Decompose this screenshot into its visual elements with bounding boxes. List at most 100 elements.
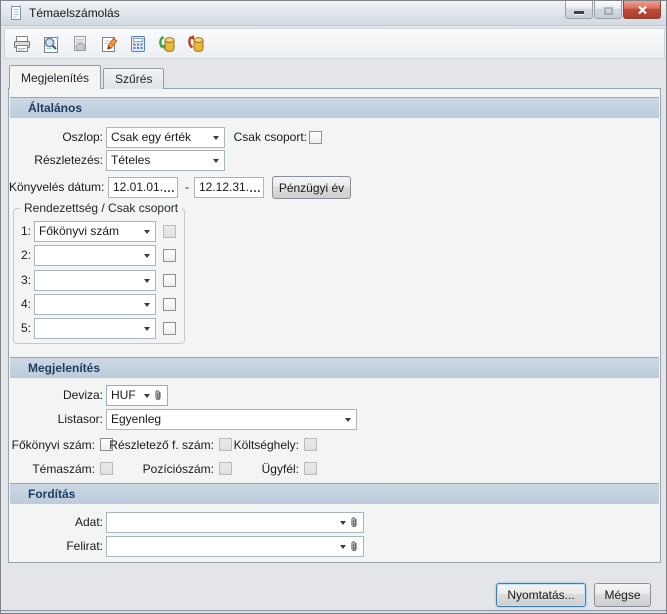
paperclip-icon[interactable] <box>350 540 358 553</box>
konyveles-datum-label: Könyvelés dátum: <box>9 180 105 194</box>
order-row-3-combobox[interactable] <box>34 270 156 291</box>
order-row-5-label: 5: <box>21 321 32 335</box>
tab-szures[interactable]: Szűrés <box>103 68 165 89</box>
reszletezes-combobox[interactable]: Tételes <box>106 150 225 171</box>
window-bottom-edge <box>1 610 666 613</box>
tab-bar: Megjelenítés Szűrés <box>9 65 166 89</box>
chevron-down-icon <box>144 326 150 331</box>
listasor-label: Listasor: <box>57 412 103 426</box>
temaszam-label: Témaszám: <box>32 462 95 476</box>
close-button[interactable] <box>623 1 661 19</box>
datum-tol-value: 12.01.01. <box>113 180 164 194</box>
database-import-button[interactable] <box>154 31 179 56</box>
calculator-table-button[interactable] <box>125 31 150 56</box>
date-picker-icon[interactable]: … <box>249 182 262 194</box>
csak-csoport-checkbox[interactable] <box>309 131 322 144</box>
chevron-down-icon <box>144 302 150 307</box>
deviza-value: HUF <box>111 388 136 402</box>
section-title: Fordítás <box>28 487 76 501</box>
adat-label: Adat: <box>74 515 103 529</box>
page-copy-button[interactable] <box>67 31 92 56</box>
titlebar: Témaelszámolás <box>1 1 666 26</box>
app-icon <box>8 5 24 21</box>
tab-megjelenites[interactable]: Megjelenítés <box>9 65 102 89</box>
order-row-1-value: Főkönyvi szám <box>39 224 120 238</box>
order-row-2-label: 2: <box>21 248 32 262</box>
tab-page: Általános Oszlop: Csak egy érték Csak cs… <box>8 88 661 563</box>
oszlop-combobox[interactable]: Csak egy érték <box>106 127 225 148</box>
order-row-2-combobox[interactable] <box>34 245 156 266</box>
edit-document-icon <box>101 36 118 52</box>
datum-tol-field[interactable]: 12.01.01. … <box>108 177 178 198</box>
csak-csoport-label: Csak csoport: <box>233 130 307 144</box>
datum-ig-field[interactable]: 12.12.31. … <box>194 177 264 198</box>
tab-megjelenites-label: Megjelenítés <box>21 71 90 85</box>
datum-ig-value: 12.12.31. <box>199 180 250 194</box>
ugyfel-label: Ügyfél: <box>261 462 299 476</box>
deviza-label: Deviza: <box>62 388 103 402</box>
order-row-3-checkbox[interactable] <box>163 274 176 287</box>
minimize-icon <box>574 11 584 14</box>
print-preview-icon <box>43 35 59 53</box>
section-header-altalanos: Általános <box>10 97 659 118</box>
felirat-label: Felirat: <box>66 539 103 553</box>
koltseghely-checkbox <box>304 438 317 451</box>
rendezettseg-title: Rendezettség / Csak csoport <box>20 201 183 215</box>
order-row-4-combobox[interactable] <box>34 294 156 315</box>
chevron-down-icon <box>144 278 150 283</box>
order-row-1-checkbox <box>163 225 176 238</box>
database-export-button[interactable] <box>183 31 208 56</box>
order-row-4-checkbox[interactable] <box>163 298 176 311</box>
section-header-megjelenites: Megjelenítés <box>10 357 659 378</box>
reszletezes-value: Tételes <box>111 153 151 167</box>
chevron-down-icon <box>340 544 346 549</box>
edit-document-button[interactable] <box>96 31 121 56</box>
order-row-2-checkbox[interactable] <box>163 249 176 262</box>
adat-combobox[interactable] <box>106 512 364 533</box>
listasor-combobox[interactable]: Egyenleg <box>106 409 357 430</box>
tab-szures-label: Szűrés <box>115 72 153 86</box>
maximize-button[interactable] <box>594 1 622 19</box>
printer-button[interactable] <box>9 31 34 56</box>
database-import-icon <box>158 35 174 52</box>
penzugyi-ev-button[interactable]: Pénzügyi év <box>272 176 351 199</box>
order-row-5-checkbox[interactable] <box>163 322 176 335</box>
print-button[interactable]: Nyomtatás... <box>496 583 586 607</box>
printer-icon <box>13 35 30 52</box>
chevron-down-icon <box>340 520 346 525</box>
print-preview-button[interactable] <box>38 31 63 56</box>
chevron-down-icon <box>144 393 150 398</box>
chevron-down-icon <box>144 253 150 258</box>
listasor-value: Egyenleg <box>111 412 162 426</box>
cancel-button[interactable]: Mégse <box>594 583 651 607</box>
reszletezo-f-szam-label: Részletező f. szám: <box>109 438 214 452</box>
close-icon <box>637 5 647 14</box>
rendezettseg-groupbox: Rendezettség / Csak csoport 1: Főkönyvi … <box>13 201 185 344</box>
order-row-5-combobox[interactable] <box>34 318 156 339</box>
minimize-button[interactable] <box>565 1 593 19</box>
oszlop-label: Oszlop: <box>62 130 103 144</box>
date-picker-icon[interactable]: … <box>163 182 176 194</box>
chevron-down-icon <box>345 417 351 422</box>
order-row-4-label: 4: <box>21 297 32 311</box>
section-title: Megjelenítés <box>28 361 101 375</box>
maximize-icon <box>603 6 613 15</box>
paperclip-icon[interactable] <box>350 516 358 529</box>
fokonyvi-szam-label: Főkönyvi szám: <box>11 438 95 452</box>
koltseghely-label: Költséghely: <box>233 438 299 452</box>
pozicioszam-label: Pozíciószám: <box>142 462 214 476</box>
toolbar <box>4 28 665 59</box>
datum-separator: - <box>185 180 189 194</box>
paperclip-icon[interactable] <box>154 389 162 402</box>
oszlop-value: Csak egy érték <box>111 130 192 144</box>
reszletezes-label: Részletezés: <box>34 153 103 167</box>
felirat-combobox[interactable] <box>106 536 364 557</box>
deviza-combobox[interactable]: HUF <box>106 385 168 406</box>
chevron-down-icon <box>213 158 219 163</box>
section-title: Általános <box>28 101 83 115</box>
window-title: Témaelszámolás <box>29 6 120 20</box>
page-copy-icon <box>73 35 86 51</box>
order-row-3-label: 3: <box>21 273 32 287</box>
order-row-1-combobox[interactable]: Főkönyvi szám <box>34 221 156 242</box>
chevron-down-icon <box>144 229 150 234</box>
